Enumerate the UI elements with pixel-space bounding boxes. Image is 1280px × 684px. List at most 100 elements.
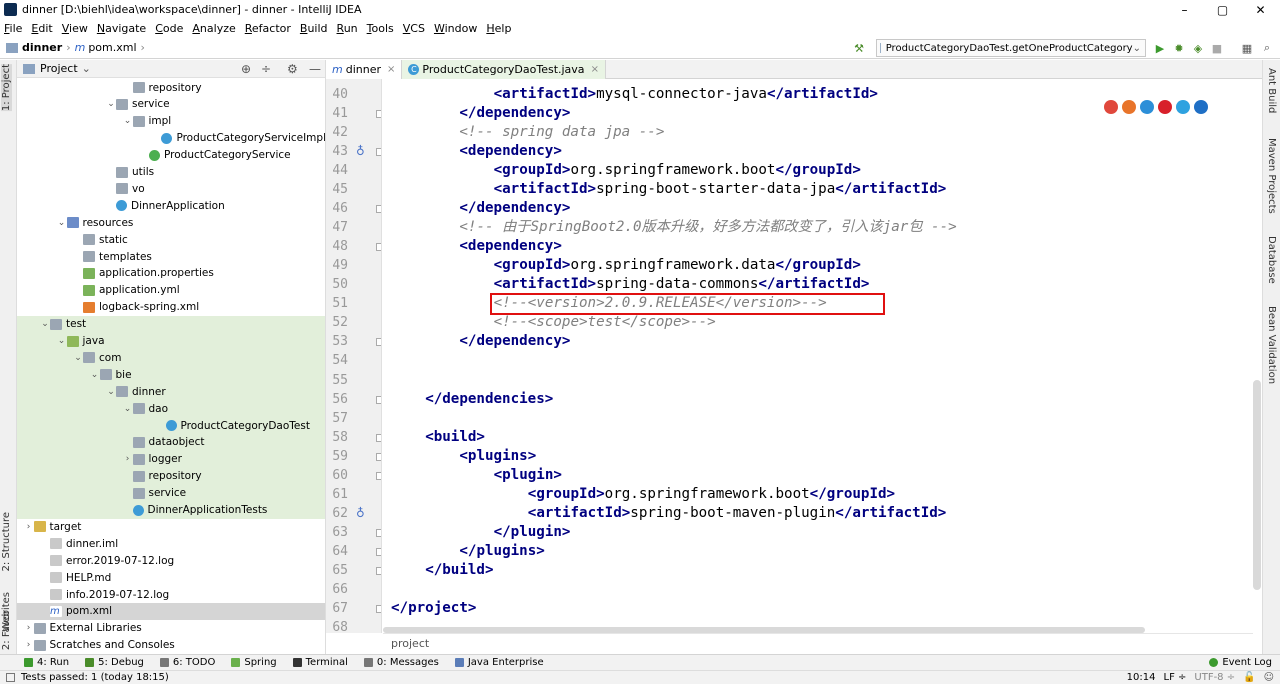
stop-icon[interactable]: ■ [1210,41,1224,55]
tree-item[interactable]: m pom.xml [17,602,325,620]
line-number[interactable]: 58 [326,428,348,447]
tool-java-enterprise[interactable]: Java Enterprise [454,657,544,668]
tab-project[interactable]: 1: Project [1,64,12,112]
tree-item[interactable]: HELP.md [17,569,325,586]
tree-item[interactable]: dataobject [17,433,325,451]
menu-view[interactable]: View [62,22,88,35]
line-number[interactable]: 54 [326,351,348,370]
line-number[interactable]: 42 [326,123,348,142]
event-log[interactable]: Event Log [1209,657,1272,668]
coverage-icon[interactable]: ◈ [1191,41,1205,55]
tree-item[interactable]: ProductCategoryDaoTest [17,417,325,434]
tree-item[interactable]: utils [17,164,325,181]
menu-edit[interactable]: Edit [31,22,52,35]
code-line[interactable]: <dependency> [459,142,562,161]
tool-messages[interactable]: 0: Messages [363,657,439,668]
line-number[interactable]: 63 [326,523,348,542]
breadcrumb-file[interactable]: pom.xml [88,41,136,54]
inspector-icon[interactable]: ☺ [1264,672,1274,683]
menu-vcs[interactable]: VCS [403,22,425,35]
expand-arrow-icon[interactable]: ⌄ [90,370,100,380]
line-number[interactable]: 40 [326,85,348,104]
line-number[interactable]: 50 [326,275,348,294]
code-line[interactable]: <groupId>org.springframework.boot</group… [528,485,895,504]
code-line[interactable]: </plugins> [459,542,544,561]
code-line[interactable]: <artifactId>spring-boot-starter-data-jpa… [494,180,947,199]
line-number[interactable]: 41 [326,104,348,123]
tree-item[interactable]: vo [17,180,325,197]
expand-arrow-icon[interactable]: ⌄ [73,353,83,363]
fold-marker-icon[interactable] [376,452,381,461]
code-editor[interactable]: <artifactId>mysql-connector-java</artifa… [383,79,1253,633]
fold-marker-icon[interactable] [376,433,381,442]
line-number[interactable]: 46 [326,199,348,218]
menu-run[interactable]: Run [337,22,358,35]
code-line[interactable]: <!-- spring data jpa --> [459,123,664,142]
code-line[interactable]: <plugins> [459,447,536,466]
minimize-button[interactable]: – [1167,0,1202,19]
code-line[interactable]: <dependency> [459,237,562,256]
tree-item[interactable]: › Scratches and Consoles [17,637,325,654]
line-number[interactable]: 52 [326,313,348,332]
close-icon[interactable]: × [591,64,599,75]
safari-icon[interactable] [1140,100,1154,114]
line-number[interactable]: 57 [326,409,348,428]
line-number[interactable]: 55 [326,371,348,390]
edge-icon[interactable] [1194,100,1208,114]
tree-item[interactable]: templates [17,248,325,265]
expand-arrow-icon[interactable]: › [24,640,34,650]
line-number[interactable]: 53 [326,332,348,351]
tree-item[interactable]: ⌄ impl [17,113,325,130]
line-number[interactable]: 44 [326,161,348,180]
code-line[interactable]: <artifactId>mysql-connector-java</artifa… [494,85,878,104]
chevron-down-icon[interactable]: ⌄ [82,62,91,75]
gear-icon[interactable]: ⚙ [287,62,298,76]
line-number[interactable]: 68 [326,618,348,633]
expand-arrow-icon[interactable]: ⌄ [57,218,67,228]
tree-item[interactable]: › External Libraries [17,620,325,637]
line-number[interactable]: 67 [326,599,348,618]
project-structure-icon[interactable]: ▦ [1240,41,1254,55]
line-number[interactable]: 47 [326,218,348,237]
tab-bean-validation[interactable]: Bean Validation [1266,306,1277,384]
code-line[interactable]: </project> [391,599,476,618]
code-line[interactable]: </dependency> [459,199,570,218]
tree-item[interactable]: ⌄ service [17,96,325,113]
opera-icon[interactable] [1158,100,1172,114]
project-panel-title[interactable]: Project [40,62,78,75]
tree-item[interactable]: application.yml [17,282,325,299]
tree-item[interactable]: › target [17,518,325,535]
line-number[interactable]: 61 [326,485,348,504]
chrome-icon[interactable] [1104,100,1118,114]
tree-item[interactable]: ⌄ com [17,349,325,367]
code-line[interactable]: </dependencies> [425,390,553,409]
tree-item[interactable]: ProductCategoryServiceImpl [17,130,325,147]
line-number[interactable]: 45 [326,180,348,199]
fold-marker-icon[interactable] [376,109,381,118]
line-number[interactable]: 66 [326,580,348,599]
tab-pom-dinner[interactable]: m dinner × [326,59,403,79]
collapse-icon[interactable]: ÷ [261,62,271,76]
tab-database[interactable]: Database [1266,236,1277,284]
locate-icon[interactable]: ⊕ [241,62,251,76]
tab-product-category-dao-test[interactable]: C ProductCategoryDaoTest.java × [402,59,606,79]
tree-item[interactable]: ProductCategoryService [17,147,325,164]
code-line[interactable]: </build> [425,561,493,580]
maximize-button[interactable]: ▢ [1205,0,1240,19]
tab-ant-build[interactable]: Ant Build [1266,68,1277,113]
toggle-tool-windows-icon[interactable] [6,673,15,682]
vertical-scrollbar[interactable] [1253,380,1261,590]
tree-item[interactable]: service [17,484,325,502]
code-line[interactable]: </dependency> [459,332,570,351]
tool-terminal[interactable]: Terminal [292,657,348,668]
tree-item[interactable]: static [17,231,325,248]
fold-marker-icon[interactable] [376,471,381,480]
fold-marker-icon[interactable] [376,529,381,538]
caret-position[interactable]: 10:14 [1127,672,1156,683]
tree-item[interactable]: ⌄ java [17,332,325,350]
expand-arrow-icon[interactable]: › [123,454,133,464]
menu-code[interactable]: Code [155,22,183,35]
line-number[interactable]: 48 [326,237,348,256]
tree-item[interactable]: ⌄ test [17,315,325,333]
tab-web[interactable]: Web [1,610,12,632]
